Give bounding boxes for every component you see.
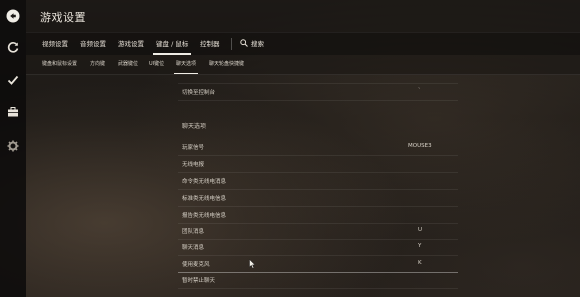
- page-title: 游戏设置: [40, 11, 86, 24]
- check-icon[interactable]: [5, 72, 21, 88]
- tab-audio[interactable]: 音频设置: [80, 33, 106, 55]
- sub-tabs: 键盘和鼠标设置 方向键 武器键位 UI键位 聊天选项 聊天轮盘快捷键: [26, 55, 580, 75]
- keybind-value: MOUSE3: [408, 143, 432, 149]
- keybind-value: K: [418, 260, 422, 266]
- sidebar: [0, 0, 26, 297]
- tab-game[interactable]: 游戏设置: [118, 33, 144, 55]
- keybind-label: 无线电报: [182, 162, 205, 168]
- keybind-row[interactable]: 报告类无线电信息: [178, 207, 458, 224]
- keybind-row[interactable]: 无线电报: [178, 156, 458, 173]
- keybind-label: 标准类无线电信息: [182, 196, 227, 202]
- keybind-label: 报告类无线电信息: [182, 213, 227, 219]
- keybind-label: 使用麦克风: [182, 262, 210, 268]
- tab-controller[interactable]: 控制器: [200, 33, 220, 55]
- keybind-label: 切换至控制台: [182, 90, 216, 96]
- back-icon[interactable]: [5, 8, 21, 24]
- refresh-icon[interactable]: [5, 39, 21, 55]
- keybind-value: U: [418, 227, 423, 233]
- subtab-ui-keys[interactable]: UI键位: [149, 55, 164, 74]
- tab-video[interactable]: 视频设置: [42, 33, 68, 55]
- keybind-value: `: [418, 88, 421, 94]
- main-tabs: 视频设置 音频设置 游戏设置 键盘 / 鼠标 控制器 搜索: [26, 32, 580, 55]
- subtab-keyboard-mouse-settings[interactable]: 键盘和鼠标设置: [42, 55, 77, 74]
- keybind-row[interactable]: 团队消息 U: [178, 223, 458, 240]
- keybind-row-hovered[interactable]: 使用麦克风 K: [178, 256, 458, 273]
- tab-divider: [231, 38, 232, 50]
- list-item-partial: [178, 75, 458, 84]
- gear-icon[interactable]: [5, 138, 21, 154]
- keybind-row[interactable]: 聊天消息 Y: [178, 239, 458, 256]
- briefcase-icon[interactable]: [5, 104, 21, 120]
- keybind-row[interactable]: 标准类无线电信息: [178, 190, 458, 207]
- keybind-value: Y: [418, 243, 422, 249]
- keybind-row[interactable]: 命令类无线电消息: [178, 173, 458, 190]
- keybind-label: 命令类无线电消息: [182, 179, 227, 185]
- subtab-direction-keys[interactable]: 方向键: [90, 55, 105, 74]
- subtab-weapon-keys[interactable]: 武器键位: [118, 55, 138, 74]
- tab-keyboard-mouse[interactable]: 键盘 / 鼠标: [152, 33, 192, 55]
- keybind-row[interactable]: 暂时禁止聊天: [178, 272, 458, 289]
- keybind-label: 团队消息: [182, 229, 205, 235]
- keybind-label: 暂时禁止聊天: [182, 278, 216, 284]
- keybind-row[interactable]: 玩家信号 MOUSE3: [178, 139, 458, 156]
- keybind-label: 聊天消息: [182, 245, 205, 251]
- keybind-row[interactable]: 切换至控制台 `: [178, 84, 458, 101]
- subtab-chat-wheel-hotkeys[interactable]: 聊天轮盘快捷键: [209, 55, 244, 74]
- subtab-chat-options[interactable]: 聊天选项: [173, 55, 199, 74]
- search-icon[interactable]: [240, 39, 248, 47]
- title-bar: [26, 0, 580, 32]
- keybind-label: 玩家信号: [182, 145, 205, 151]
- section-title: 聊天选项: [182, 123, 207, 130]
- search-button[interactable]: 搜索: [251, 33, 264, 55]
- mouse-cursor-icon: [249, 259, 256, 269]
